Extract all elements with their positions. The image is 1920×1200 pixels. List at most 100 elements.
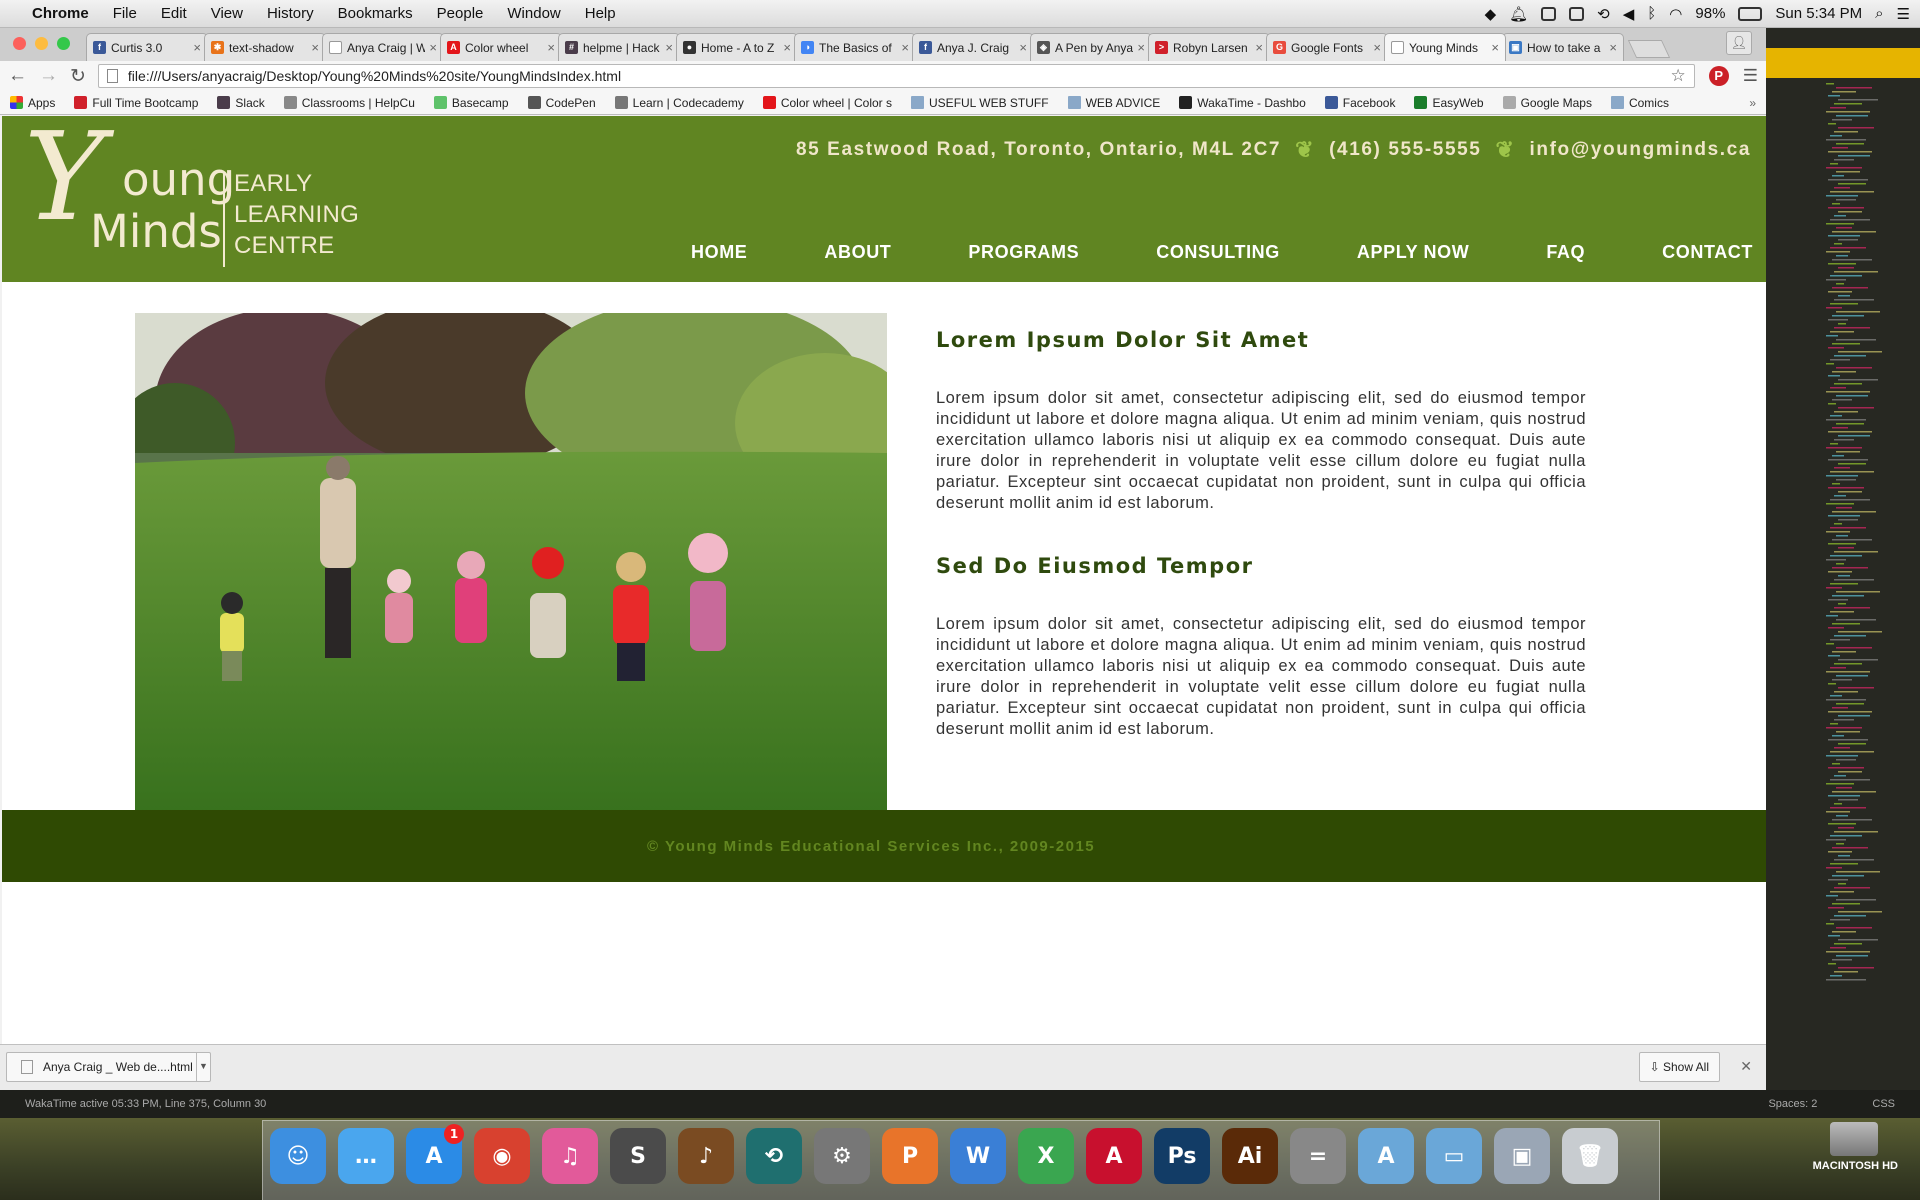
bookmark-item[interactable]: Comics (1610, 96, 1669, 110)
bookmark-item[interactable]: Color wheel | Color s (762, 96, 892, 110)
garageband-icon[interactable]: ♪ (678, 1128, 734, 1184)
bluetooth-icon[interactable]: ᛒ (1647, 5, 1656, 22)
excel-icon[interactable]: X (1018, 1128, 1074, 1184)
menu-app-name[interactable]: Chrome (32, 5, 89, 22)
menubar-clock[interactable]: Sun 5:34 PM (1775, 5, 1862, 22)
pinterest-extension-icon[interactable]: P (1708, 66, 1729, 86)
nav-home[interactable]: HOME (691, 242, 747, 263)
browser-tab[interactable]: ● Home - A to Z × (676, 33, 798, 61)
menu-edit[interactable]: Edit (161, 5, 187, 22)
close-window-button[interactable] (13, 37, 26, 50)
system-preferences-icon[interactable]: ⚙ (814, 1128, 870, 1184)
url-text[interactable]: file:///Users/anyacraig/Desktop/Young%20… (128, 68, 621, 84)
browser-tab[interactable]: ▣ How to take a × (1502, 33, 1624, 61)
phone-text[interactable]: (416) 555-5555 (1329, 139, 1481, 161)
bookmark-item[interactable]: Basecamp (433, 96, 509, 110)
new-tab-button[interactable] (1627, 40, 1671, 58)
bookmark-item[interactable]: CodePen (527, 96, 596, 110)
adobe-status-icon[interactable] (1541, 6, 1557, 21)
nav-apply-now[interactable]: APPLY NOW (1357, 242, 1469, 263)
itunes-icon[interactable]: ♫ (542, 1128, 598, 1184)
powerpoint-icon[interactable]: P (882, 1128, 938, 1184)
download-filename[interactable]: Anya Craig _ Web de....html (43, 1060, 193, 1074)
menu-people[interactable]: People (437, 5, 484, 22)
acrobat-icon[interactable]: A (1086, 1128, 1142, 1184)
tab-close-icon[interactable]: × (1491, 40, 1499, 55)
browser-tab[interactable]: f Anya J. Craig × (912, 33, 1034, 61)
syntax-setting[interactable]: CSS (1872, 1098, 1895, 1110)
tab-close-icon[interactable]: × (429, 40, 437, 55)
bookmark-star-icon[interactable]: ☆ (1671, 66, 1686, 86)
calculator-icon[interactable]: = (1290, 1128, 1346, 1184)
back-arrow-icon[interactable]: ← (8, 65, 27, 87)
bookmark-item[interactable]: USEFUL WEB STUFF (911, 96, 1049, 110)
wifi-icon[interactable]: ◠ (1669, 5, 1682, 23)
chrome-menu-icon[interactable]: ☰ (1743, 66, 1758, 86)
minimize-window-button[interactable] (35, 37, 48, 50)
bookmark-item[interactable]: EasyWeb (1414, 96, 1484, 110)
nav-programs[interactable]: PROGRAMS (968, 242, 1079, 263)
hard-drive-icon[interactable] (1830, 1122, 1878, 1156)
battery-icon[interactable] (1738, 6, 1763, 21)
menu-file[interactable]: File (113, 5, 137, 22)
tab-close-icon[interactable]: × (665, 40, 673, 55)
nav-consulting[interactable]: CONSULTING (1156, 242, 1280, 263)
finder-icon[interactable]: ☺ (270, 1128, 326, 1184)
nav-contact[interactable]: CONTACT (1662, 242, 1753, 263)
dropbox-icon[interactable]: ◆ (1485, 5, 1497, 23)
illustrator-icon[interactable]: Ai (1222, 1128, 1278, 1184)
download-options-chevron-icon[interactable]: ▼ (196, 1053, 210, 1081)
tab-close-icon[interactable]: × (901, 40, 909, 55)
reload-icon[interactable]: ↻ (70, 65, 86, 88)
browser-tab[interactable]: > Robyn Larsen × (1148, 33, 1270, 61)
chrome-icon[interactable]: ◉ (474, 1128, 530, 1184)
bookmark-item[interactable]: WEB ADVICE (1067, 96, 1160, 110)
tab-close-icon[interactable]: × (1609, 40, 1617, 55)
more-bookmarks-chevron-icon[interactable]: » (1749, 96, 1756, 110)
menu-history[interactable]: History (267, 5, 314, 22)
tab-close-icon[interactable]: × (1255, 40, 1263, 55)
nav-faq[interactable]: FAQ (1546, 242, 1585, 263)
bookmark-item[interactable]: Google Maps (1502, 96, 1592, 110)
bookmark-item[interactable]: Facebook (1324, 96, 1395, 110)
nav-about[interactable]: ABOUT (824, 242, 891, 263)
bookmark-item[interactable]: Full Time Bootcamp (74, 96, 198, 110)
tab-close-icon[interactable]: × (1137, 40, 1145, 55)
tab-close-icon[interactable]: × (311, 40, 319, 55)
browser-tab[interactable]: Young Minds × (1384, 33, 1506, 61)
bookmark-item[interactable]: Learn | Codecademy (614, 96, 744, 110)
browser-tab[interactable]: f Curtis 3.0 × (86, 33, 208, 61)
bookmark-item[interactable]: Apps (10, 96, 55, 110)
notification-bell-icon[interactable]: 🔔︎ (1509, 5, 1528, 23)
forward-arrow-icon[interactable]: → (39, 65, 58, 87)
menu-bookmarks[interactable]: Bookmarks (338, 5, 413, 22)
documents-folder-icon[interactable]: ▭ (1426, 1128, 1482, 1184)
word-icon[interactable]: W (950, 1128, 1006, 1184)
tab-close-icon[interactable]: × (783, 40, 791, 55)
menu-help[interactable]: Help (585, 5, 616, 22)
sublime-text-icon[interactable]: S (610, 1128, 666, 1184)
time-machine-status-icon[interactable]: ⟲ (1597, 5, 1610, 23)
photoshop-icon[interactable]: Ps (1154, 1128, 1210, 1184)
tab-close-icon[interactable]: × (1373, 40, 1381, 55)
hard-drive-label[interactable]: MACINTOSH HD (1813, 1160, 1898, 1172)
tab-close-icon[interactable]: × (547, 40, 555, 55)
close-downloads-icon[interactable]: ✕ (1740, 1058, 1752, 1075)
browser-tab[interactable]: ◑ The Basics of × (794, 33, 916, 61)
download-item[interactable]: Anya Craig _ Web de....html ▼ (6, 1052, 211, 1082)
indentation-setting[interactable]: Spaces: 2 (1768, 1098, 1817, 1110)
spotlight-search-icon[interactable]: ⌕ (1875, 5, 1883, 22)
bookmark-item[interactable]: Slack (217, 96, 265, 110)
profile-icon[interactable]: 👤︎ (1726, 31, 1752, 55)
bookmark-item[interactable]: WakaTime - Dashbo (1179, 96, 1306, 110)
browser-tab[interactable]: G Google Fonts × (1266, 33, 1388, 61)
menu-view[interactable]: View (211, 5, 243, 22)
bookmark-item[interactable]: Classrooms | HelpCu (283, 96, 415, 110)
zoom-window-button[interactable] (57, 37, 70, 50)
time-machine-icon[interactable]: ⟲ (746, 1128, 802, 1184)
email-link[interactable]: info@youngminds.ca (1530, 139, 1752, 161)
notification-center-icon[interactable]: ☰ (1897, 5, 1910, 23)
app-store-icon[interactable]: A1 (406, 1124, 464, 1184)
bookmark-status-icon[interactable] (1569, 6, 1585, 21)
tab-close-icon[interactable]: × (1019, 40, 1027, 55)
